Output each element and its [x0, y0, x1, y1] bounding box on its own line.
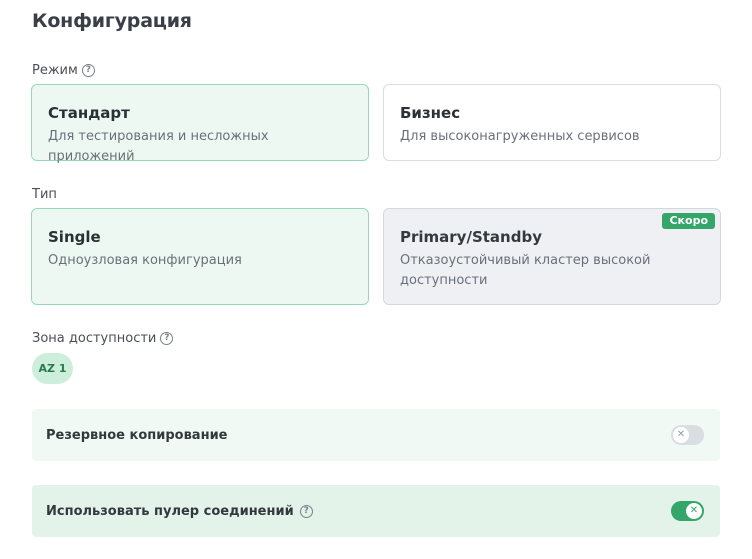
coming-soon-badge: Скоро	[662, 213, 715, 229]
zone-chip-az1[interactable]: AZ 1	[32, 353, 73, 384]
page-title: Конфигурация	[32, 10, 192, 32]
type-option-primary-standby: Скоро Primary/Standby Отказоустойчивый к…	[383, 208, 721, 305]
backup-row: Резервное копирование ✕	[32, 409, 720, 461]
backup-toggle[interactable]: ✕	[671, 425, 704, 445]
mode-option-description: Для высоконагруженных сервисов	[400, 129, 640, 144]
type-label: Тип	[32, 187, 57, 202]
mode-section-label: Режим ?	[32, 63, 95, 78]
zone-label: Зона доступности	[32, 331, 157, 346]
question-circle-icon[interactable]: ?	[299, 504, 313, 518]
question-circle-icon[interactable]: ?	[81, 64, 95, 77]
close-icon: ✕	[686, 503, 702, 519]
type-option-description: Отказоустойчивый кластер высокой доступн…	[400, 253, 651, 288]
mode-label: Режим	[32, 63, 78, 78]
backup-label: Резервное копирование	[46, 427, 228, 443]
pooler-label: Использовать пулер соединений	[46, 503, 294, 519]
pooler-toggle[interactable]: ✕	[671, 501, 704, 521]
type-option-single[interactable]: Single Одноузловая конфигурация	[31, 208, 369, 305]
mode-option-description: Для тестирования и несложных приложений	[48, 129, 269, 164]
mode-option-title: Стандарт	[48, 104, 130, 122]
zone-section-label: Зона доступности ?	[32, 331, 174, 346]
pooler-label-group: Использовать пулер соединений ?	[46, 504, 313, 519]
question-circle-icon[interactable]: ?	[160, 332, 174, 345]
type-option-title: Primary/Standby	[400, 228, 542, 246]
type-option-title: Single	[48, 228, 101, 246]
pooler-row: Использовать пулер соединений ? ✕	[32, 485, 720, 537]
mode-option-business[interactable]: Бизнес Для высоконагруженных сервисов	[383, 84, 721, 161]
type-option-description: Одноузловая конфигурация	[48, 253, 242, 268]
configuration-panel: Конфигурация Режим ? Стандарт Для тестир…	[0, 0, 752, 559]
mode-option-title: Бизнес	[400, 104, 461, 122]
type-section-label: Тип	[32, 187, 57, 202]
close-icon: ✕	[673, 427, 689, 443]
mode-option-standard[interactable]: Стандарт Для тестирования и несложных пр…	[31, 84, 369, 164]
